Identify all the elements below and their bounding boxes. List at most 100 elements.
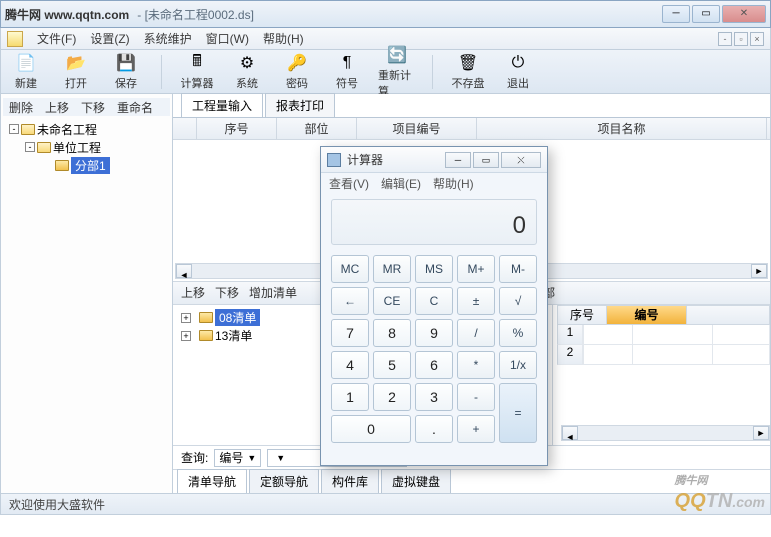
row-number: 2 — [557, 345, 583, 365]
bottom-tab[interactable]: 定额导航 — [249, 469, 319, 493]
tool-新建[interactable]: 📄新建 — [7, 52, 45, 91]
expand-icon[interactable]: + — [181, 331, 191, 341]
mdi-minimize-button[interactable]: - — [718, 32, 732, 46]
column-header[interactable]: 部位 — [277, 118, 357, 139]
menu-window[interactable]: 窗口(W) — [206, 30, 249, 47]
bottom-tab[interactable]: 虚拟键盘 — [381, 469, 451, 493]
btn-moveup[interactable]: 上移 — [45, 99, 69, 116]
calc-key-5[interactable]: 5 — [373, 351, 411, 379]
tool-退出[interactable]: ⏻退出 — [499, 52, 537, 91]
tool-icon: 🗑 — [457, 52, 479, 74]
query-field-dropdown[interactable]: 编号▼ — [214, 449, 261, 467]
calc-key-√[interactable]: √ — [499, 287, 537, 315]
calc-key-4[interactable]: 4 — [331, 351, 369, 379]
calc-key-9[interactable]: 9 — [415, 319, 453, 347]
tool-重新计算[interactable]: 🔄重新计算 — [378, 44, 416, 99]
calc-key-C[interactable]: C — [415, 287, 453, 315]
calc-menu-edit[interactable]: 编辑(E) — [381, 175, 421, 192]
calc-key-/[interactable]: / — [457, 319, 495, 347]
calculator-window[interactable]: 计算器 ─ ▭ ⤬ 查看(V) 编辑(E) 帮助(H) 0 MCMRMSM+M-… — [320, 146, 548, 466]
tab-1[interactable]: 报表打印 — [265, 93, 335, 117]
calc-key-=[interactable]: = — [499, 383, 537, 443]
midbar-item[interactable]: 上移 — [181, 284, 205, 301]
calc-key-CE[interactable]: CE — [373, 287, 411, 315]
col-header[interactable]: 编号 — [607, 305, 687, 325]
tool-密码[interactable]: 🔑密码 — [278, 52, 316, 91]
tool-系统[interactable]: ⚙系统 — [228, 52, 266, 91]
close-button[interactable]: ✕ — [722, 5, 766, 23]
tab-0[interactable]: 工程量输入 — [181, 93, 263, 117]
detail-grid: 序号编号 12 ◄ ► — [557, 305, 770, 446]
column-header[interactable]: 项目编号 — [357, 118, 477, 139]
calc-key-3[interactable]: 3 — [415, 383, 453, 411]
tool-打开[interactable]: 📂打开 — [57, 52, 95, 91]
tool-不存盘[interactable]: 🗑不存盘 — [449, 52, 487, 91]
calc-key-MC[interactable]: MC — [331, 255, 369, 283]
calc-menu-help[interactable]: 帮助(H) — [433, 175, 474, 192]
mdi-close-button[interactable]: × — [750, 32, 764, 46]
btn-delete[interactable]: 删除 — [9, 99, 33, 116]
tool-计算器[interactable]: 🖩计算器 — [178, 52, 216, 91]
calc-key-2[interactable]: 2 — [373, 383, 411, 411]
expand-icon[interactable]: - — [25, 142, 35, 152]
calc-key-←[interactable]: ← — [331, 287, 369, 315]
scroll-right-icon[interactable]: ► — [751, 264, 767, 278]
calc-key-0[interactable]: 0 — [331, 415, 411, 443]
detail-scrollbar[interactable]: ◄ ► — [561, 425, 770, 441]
calc-key-MS[interactable]: MS — [415, 255, 453, 283]
tree-node[interactable]: -单位工程 — [3, 138, 170, 156]
calc-key-8[interactable]: 8 — [373, 319, 411, 347]
calc-key-6[interactable]: 6 — [415, 351, 453, 379]
calc-key-1/x[interactable]: 1/x — [499, 351, 537, 379]
btn-movedown[interactable]: 下移 — [81, 99, 105, 116]
project-tree: -未命名工程-单位工程分部1 — [3, 120, 170, 174]
main-toolbar: 📄新建📂打开💾保存🖩计算器⚙系统🔑密码¶符号🔄重新计算🗑不存盘⏻退出 — [0, 50, 771, 94]
tool-符号[interactable]: ¶符号 — [328, 52, 366, 91]
calc-key-%[interactable]: % — [499, 319, 537, 347]
expand-icon[interactable]: + — [181, 313, 191, 323]
calc-key-+[interactable]: + — [457, 415, 495, 443]
calc-key-1[interactable]: 1 — [331, 383, 369, 411]
calculator-keypad: MCMRMSM+M- ←CEC±√ 789/% 456*1/x 123-= 0.+ — [321, 251, 547, 453]
menu-file[interactable]: 文件(F) — [37, 30, 76, 47]
calc-key-M-[interactable]: M- — [499, 255, 537, 283]
calc-key-M+[interactable]: M+ — [457, 255, 495, 283]
calc-key-7[interactable]: 7 — [331, 319, 369, 347]
tree-node[interactable]: -未命名工程 — [3, 120, 170, 138]
calculator-titlebar[interactable]: 计算器 ─ ▭ ⤬ — [321, 147, 547, 173]
column-header[interactable]: 项目名称 — [477, 118, 767, 139]
scroll-right-icon[interactable]: ► — [753, 426, 769, 440]
calc-minimize-button[interactable]: ─ — [445, 152, 471, 168]
calc-key-.[interactable]: . — [415, 415, 453, 443]
calc-key--[interactable]: - — [457, 383, 495, 411]
calc-menu-view[interactable]: 查看(V) — [329, 175, 369, 192]
calc-key-*[interactable]: * — [457, 351, 495, 379]
table-row[interactable]: 2 — [557, 345, 770, 365]
table-row[interactable]: 1 — [557, 325, 770, 345]
calc-key-MR[interactable]: MR — [373, 255, 411, 283]
minimize-button[interactable]: ─ — [662, 5, 690, 23]
scroll-left-icon[interactable]: ◄ — [562, 426, 578, 440]
menu-maintain[interactable]: 系统维护 — [144, 30, 192, 47]
expand-icon[interactable]: - — [9, 124, 19, 134]
scroll-left-icon[interactable]: ◄ — [176, 264, 192, 278]
bottom-tab[interactable]: 清单导航 — [177, 469, 247, 493]
midbar-item[interactable]: 下移 — [215, 284, 239, 301]
calc-key-±[interactable]: ± — [457, 287, 495, 315]
mdi-restore-button[interactable]: ▫ — [734, 32, 748, 46]
status-bar: 欢迎使用大盛软件 — [0, 494, 771, 515]
tree-node[interactable]: 分部1 — [3, 156, 170, 174]
calc-close-button[interactable]: ⤬ — [501, 152, 541, 168]
col-header[interactable]: 序号 — [557, 305, 607, 325]
bottom-tab[interactable]: 构件库 — [321, 469, 379, 493]
midbar-item[interactable]: 增加清单 — [249, 284, 297, 301]
column-header[interactable]: 序号 — [197, 118, 277, 139]
tool-label: 符号 — [336, 75, 358, 91]
menu-help[interactable]: 帮助(H) — [263, 30, 304, 47]
btn-rename[interactable]: 重命名 — [117, 99, 153, 116]
maximize-button[interactable]: ▭ — [692, 5, 720, 23]
app-icon — [7, 31, 23, 47]
menu-settings[interactable]: 设置(Z) — [90, 30, 129, 47]
calc-maximize-button[interactable]: ▭ — [473, 152, 499, 168]
tool-保存[interactable]: 💾保存 — [107, 52, 145, 91]
